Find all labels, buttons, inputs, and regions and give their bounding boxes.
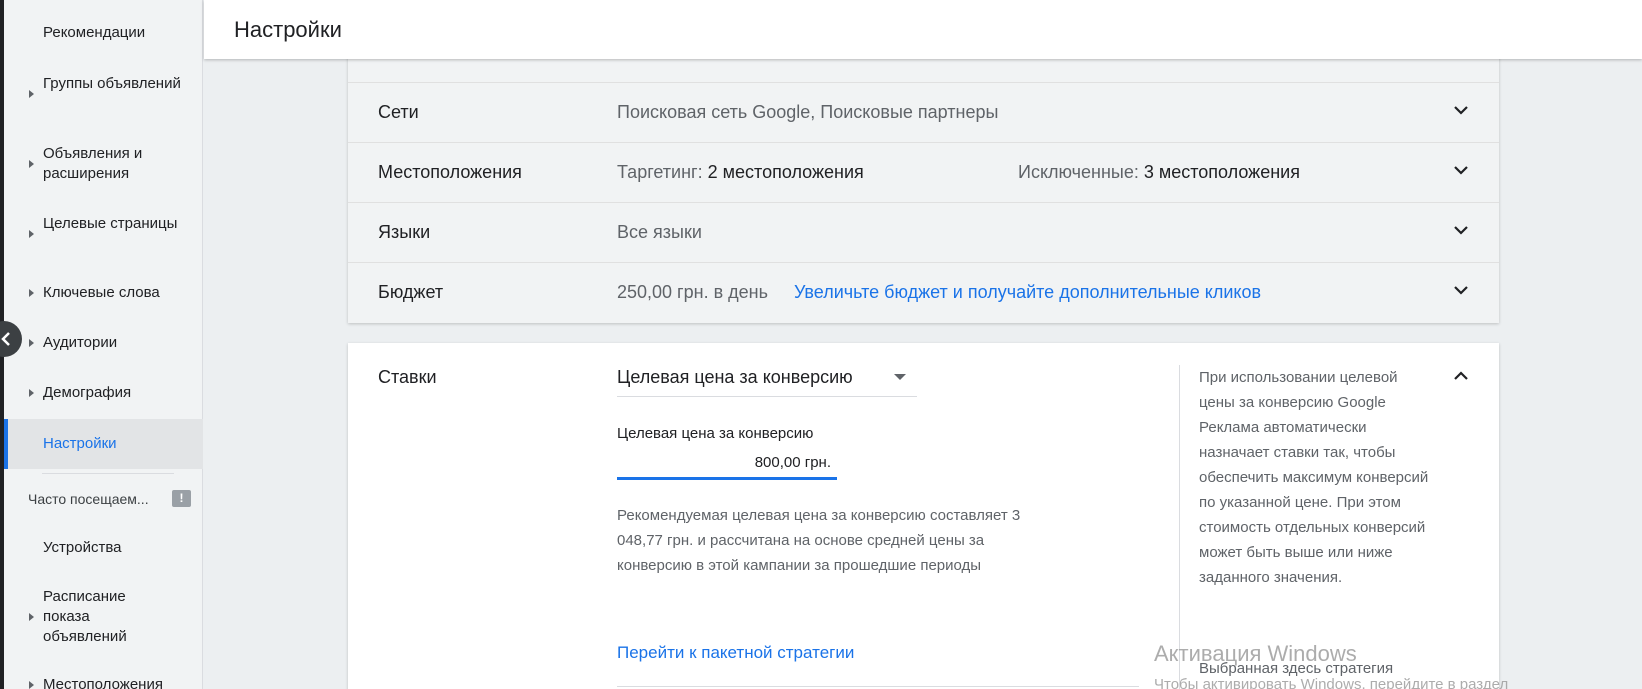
chevron-left-icon — [1, 332, 10, 346]
dropdown-arrow-icon — [894, 374, 906, 380]
page-header: Настройки — [204, 0, 1642, 59]
caret-right-icon — [29, 681, 34, 689]
active-indicator — [4, 419, 8, 469]
target-cpa-value: 800,00 грн. — [754, 454, 831, 471]
targeting-value: 2 местоположения — [707, 162, 864, 182]
row-name: Бюджет — [378, 282, 444, 302]
target-cpa-label: Целевая цена за конверсию — [617, 425, 814, 442]
bid-strategy-value: Целевая цена за конверсию — [617, 367, 853, 387]
caret-right-icon — [29, 160, 34, 168]
caret-right-icon — [29, 289, 34, 297]
sidebar-item-keywords[interactable]: Ключевые слова — [4, 280, 203, 306]
chevron-down-icon[interactable] — [1453, 165, 1469, 175]
sidebar-divider — [42, 473, 174, 474]
portfolio-strategy-link[interactable]: Перейти к пакетной стратегии — [617, 643, 854, 663]
bids-card: Ставки Целевая цена за конверсию Целевая… — [348, 343, 1499, 689]
row-name: Языки — [378, 222, 431, 242]
sidebar-item-recommendations[interactable]: Рекомендации — [4, 20, 203, 46]
sidebar-item-demographics[interactable]: Демография — [4, 380, 203, 406]
bid-strategy-select[interactable]: Целевая цена за конверсию — [617, 357, 917, 397]
targeting-label: Таргетинг: — [617, 162, 703, 182]
chevron-down-icon[interactable] — [1453, 285, 1469, 295]
sidebar-item-devices[interactable]: Устройства — [4, 535, 203, 561]
row-name: Сети — [378, 102, 419, 122]
row-value: 250,00 грн. в день — [617, 282, 768, 302]
sidebar-item-label: Местоположения — [43, 676, 163, 689]
row-value: Таргетинг: 2 местоположения — [617, 162, 864, 183]
windows-activation-title: Активация Windows — [1154, 641, 1357, 666]
sidebar: Рекомендации Группы объявлений Объявлени… — [0, 0, 203, 689]
sidebar-item-label: Целевые страницы — [43, 215, 178, 232]
feedback-icon[interactable]: ! — [172, 490, 191, 507]
sidebar-item-label: Демография — [43, 384, 132, 401]
sidebar-item-locations[interactable]: Местоположения — [4, 672, 203, 689]
settings-card: Сети Поисковая сеть Google, Поисковые па… — [348, 40, 1499, 323]
sidebar-item-settings[interactable]: Настройки — [4, 419, 203, 469]
page-title: Настройки — [234, 17, 342, 42]
recommendation-text: Рекомендуемая целевая цена за конверсию … — [617, 507, 1021, 574]
increase-budget-link[interactable]: Увеличьте бюджет и получайте дополнитель… — [794, 282, 1261, 303]
settings-row-budget[interactable]: Бюджет 250,00 грн. в день Увеличьте бюдж… — [348, 262, 1499, 322]
settings-row-locations[interactable]: Местоположения Таргетинг: 2 местоположен… — [348, 142, 1499, 202]
bids-title: Ставки — [378, 367, 437, 387]
chevron-up-icon[interactable] — [1453, 371, 1469, 381]
sidebar-item-label: Объявления и расширения — [43, 145, 143, 182]
sidebar-item-label: Устройства — [43, 539, 122, 556]
windows-activation-subtitle: Чтобы активировать Windows, перейдите в … — [1154, 676, 1509, 689]
sidebar-item-landing-pages[interactable]: Целевые страницы — [4, 212, 203, 256]
row-name: Местоположения — [378, 162, 522, 182]
chevron-down-icon[interactable] — [1453, 105, 1469, 115]
sidebar-item-label: Расписание показа объявлений — [43, 588, 127, 645]
sidebar-item-label: Аудитории — [43, 334, 118, 351]
caret-right-icon — [29, 389, 34, 397]
row-value: Поисковая сеть Google, Поисковые партнер… — [617, 102, 999, 122]
caret-right-icon — [29, 90, 34, 98]
frequently-visited-label: Часто посещаем... — [28, 491, 149, 507]
sidebar-item-label: Ключевые слова — [43, 284, 160, 301]
sidebar-item-ad-groups[interactable]: Группы объявлений — [4, 72, 203, 116]
excluded-label: Исключенные: — [1018, 162, 1139, 182]
caret-right-icon — [29, 339, 34, 347]
section-divider — [617, 686, 1139, 687]
settings-row-networks[interactable]: Сети Поисковая сеть Google, Поисковые па… — [348, 82, 1499, 142]
sidebar-item-ad-schedule[interactable]: Расписание показа объявлений — [4, 585, 203, 649]
caret-right-icon — [29, 230, 34, 238]
help-text: При использовании целевой цены за конвер… — [1199, 369, 1429, 586]
sidebar-item-label: Настройки — [43, 435, 117, 452]
sidebar-item-label: Рекомендации — [43, 24, 146, 41]
sidebar-item-audiences[interactable]: Аудитории — [4, 330, 203, 356]
row-value: Все языки — [617, 222, 702, 242]
target-cpa-input[interactable]: 800,00 грн. — [617, 446, 837, 480]
sidebar-item-label: Группы объявлений — [43, 75, 181, 92]
chevron-down-icon[interactable] — [1453, 225, 1469, 235]
row-value-excluded: Исключенные: 3 местоположения — [1018, 162, 1300, 183]
sidebar-item-ads-extensions[interactable]: Объявления и расширения — [4, 142, 203, 186]
caret-right-icon — [29, 613, 34, 621]
settings-row-languages[interactable]: Языки Все языки — [348, 202, 1499, 262]
excluded-value: 3 местоположения — [1143, 162, 1300, 182]
